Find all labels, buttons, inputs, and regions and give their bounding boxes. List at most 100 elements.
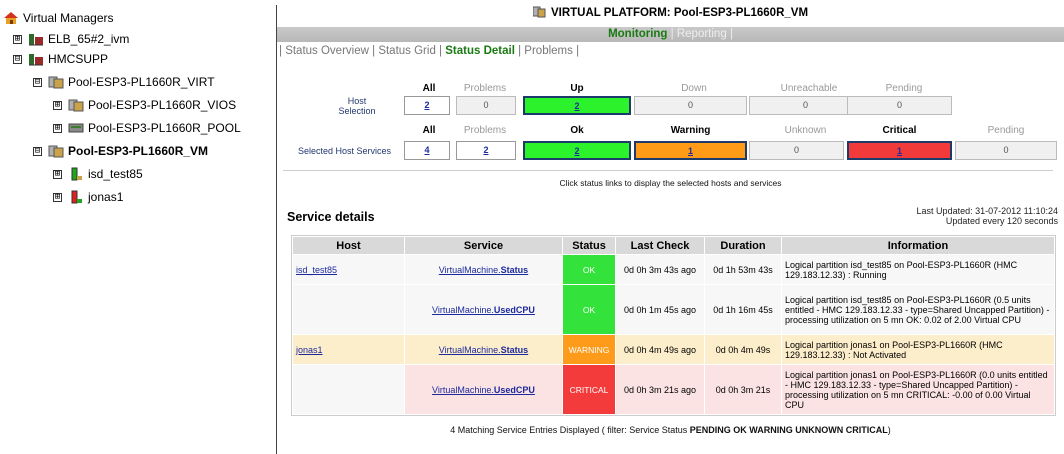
footer-prefix: 4 Matching Service Entries Displayed ( f… [450, 425, 690, 435]
svc-critical-link[interactable]: 1 [897, 146, 902, 156]
mode-bar: Monitoring | Reporting | [277, 27, 1064, 42]
tree-root[interactable]: Virtual Managers [3, 10, 114, 26]
tree-item-label: ELB_65#2_ivm [48, 32, 130, 46]
status-badge: OK [563, 285, 615, 334]
collapse-icon[interactable]: ⊟ [33, 77, 42, 87]
service-cell[interactable]: VirtualMachine.UsedCPU [405, 365, 562, 414]
host-up-count[interactable]: 2 [523, 96, 631, 115]
subnav-problems[interactable]: Problems [524, 45, 573, 57]
last-check: 0d 0h 1m 45s ago [616, 285, 704, 334]
svc-problems-link[interactable]: 2 [483, 145, 488, 155]
subnav-status-grid[interactable]: Status Grid [378, 45, 436, 57]
service-link[interactable]: VirtualMachine.Status [439, 265, 528, 275]
duration: 0d 1h 53m 43s [705, 255, 781, 284]
click-hint: Click status links to display the select… [559, 178, 782, 188]
information: Logical partition jonas1 on Pool-ESP3-PL… [782, 365, 1054, 414]
service-link[interactable]: VirtualMachine.UsedCPU [432, 305, 535, 315]
host-cell [293, 365, 404, 414]
svc-problems-count[interactable]: 2 [456, 141, 516, 160]
expand-icon[interactable]: ⊞ [53, 100, 62, 110]
svc-critical-count[interactable]: 1 [847, 141, 952, 160]
svc-all-link[interactable]: 4 [424, 145, 429, 155]
information: Logical partition isd_test85 on Pool-ESP… [782, 255, 1054, 284]
page-title: VIRTUAL PLATFORM: Pool-ESP3-PL1660R_VM [277, 6, 1064, 19]
tree-item-label: Pool-ESP3-PL1660R_POOL [88, 121, 241, 135]
main-pane: VIRTUAL PLATFORM: Pool-ESP3-PL1660R_VM M… [277, 0, 1064, 454]
status-badge: OK [563, 255, 615, 284]
host-cell[interactable]: isd_test85 [293, 255, 404, 284]
col-information[interactable]: Information [782, 237, 1054, 254]
mode-sep: | [729, 28, 733, 40]
tree-item-elb[interactable]: ⊞ ELB_65#2_ivm [13, 31, 129, 47]
tree-item-isd-test85[interactable]: ⊞ isd_test85 [53, 166, 143, 182]
host-link[interactable]: isd_test85 [296, 265, 337, 275]
svc-ok-link[interactable]: 2 [574, 146, 579, 156]
service-cell[interactable]: VirtualMachine.UsedCPU [405, 285, 562, 334]
subnav-status-detail[interactable]: Status Detail [445, 45, 515, 57]
host-down-count: 0 [634, 96, 747, 115]
tree-item-label: Pool-ESP3-PL1660R_VIOS [88, 98, 237, 112]
host-all-count[interactable]: 2 [404, 96, 450, 115]
pool-icon [68, 98, 84, 112]
service-cell[interactable]: VirtualMachine.Status [405, 335, 562, 364]
col-status[interactable]: Status [563, 237, 615, 254]
subnav-status-overview[interactable]: Status Overview [285, 45, 369, 57]
tree-item-pool-vm[interactable]: ⊟ Pool-ESP3-PL1660R_VM [33, 143, 208, 159]
host-hdr-all: All [422, 83, 436, 94]
tree-item-jonas1[interactable]: ⊞ jonas1 [53, 189, 123, 205]
virtual-managers-tree: Virtual Managers ⊞ ELB_65#2_ivm ⊟ HMCSUP… [0, 0, 276, 454]
svc-warning-link[interactable]: 1 [688, 146, 693, 156]
collapse-icon[interactable]: ⊟ [13, 54, 22, 64]
host-cell[interactable]: jonas1 [293, 335, 404, 364]
tree-item-pool-virt[interactable]: ⊟ Pool-ESP3-PL1660R_VIRT [33, 74, 215, 90]
service-link[interactable]: VirtualMachine.Status [439, 345, 528, 355]
host-hdr-up: Up [570, 83, 584, 94]
sub-navigation: | Status Overview | Status Grid | Status… [279, 45, 580, 57]
tab-monitoring[interactable]: Monitoring [608, 28, 667, 40]
last-updated-time: Last Updated: 31-07-2012 11:10:24 [916, 206, 1058, 216]
tree-item-pool-vios[interactable]: ⊞ Pool-ESP3-PL1660R_VIOS [53, 97, 236, 113]
service-link[interactable]: VirtualMachine.UsedCPU [432, 385, 535, 395]
host-link[interactable]: jonas1 [296, 345, 323, 355]
tree-item-pool-pool[interactable]: ⊞ Pool-ESP3-PL1660R_POOL [53, 120, 241, 136]
divider [283, 170, 1053, 171]
page-title-text: VIRTUAL PLATFORM: Pool-ESP3-PL1660R_VM [550, 7, 809, 19]
table-row: VirtualMachine.UsedCPU OK 0d 0h 1m 45s a… [293, 285, 1054, 334]
tree-item-label: jonas1 [88, 190, 124, 204]
tree-item-label: Pool-ESP3-PL1660R_VM [68, 144, 209, 158]
tree-item-label: isd_test85 [88, 167, 143, 181]
update-interval: Updated every 120 seconds [945, 216, 1058, 226]
home-icon [3, 11, 19, 25]
service-cell[interactable]: VirtualMachine.Status [405, 255, 562, 284]
col-duration[interactable]: Duration [705, 237, 781, 254]
selected-host-services-label: Selected Host Services [297, 146, 392, 156]
col-service[interactable]: Service [405, 237, 562, 254]
expand-icon[interactable]: ⊞ [53, 192, 62, 202]
last-check: 0d 0h 4m 49s ago [616, 335, 704, 364]
service-details-table: Host Service Status Last Check Duration … [291, 235, 1056, 416]
duration: 0d 1h 16m 45s [705, 285, 781, 334]
expand-icon[interactable]: ⊞ [53, 123, 62, 133]
col-host[interactable]: Host [293, 237, 404, 254]
footer-suffix: ) [887, 425, 891, 435]
host-all-link[interactable]: 2 [424, 100, 429, 110]
duration: 0d 0h 3m 21s [705, 365, 781, 414]
host-pending-count: 0 [847, 96, 952, 115]
svc-warning-count[interactable]: 1 [634, 141, 747, 160]
tab-reporting[interactable]: Reporting [677, 28, 727, 40]
status-badge: WARNING [563, 335, 615, 364]
svc-all-count[interactable]: 4 [404, 141, 450, 160]
expand-icon[interactable]: ⊞ [13, 34, 22, 44]
svc-ok-count[interactable]: 2 [523, 141, 631, 160]
last-check: 0d 0h 3m 21s ago [616, 365, 704, 414]
manager-icon [28, 52, 44, 66]
svc-hdr-warning: Warning [670, 125, 711, 136]
information: Logical partition jonas1 on Pool-ESP3-PL… [782, 335, 1054, 364]
host-up-link[interactable]: 2 [574, 101, 579, 111]
collapse-icon[interactable]: ⊟ [33, 146, 42, 156]
col-last-check[interactable]: Last Check [616, 237, 704, 254]
svc-hdr-unknown: Unknown [784, 125, 827, 136]
tree-item-hmcsupp[interactable]: ⊟ HMCSUPP [13, 51, 108, 67]
expand-icon[interactable]: ⊞ [53, 169, 62, 179]
table-header-row: Host Service Status Last Check Duration … [293, 237, 1054, 254]
